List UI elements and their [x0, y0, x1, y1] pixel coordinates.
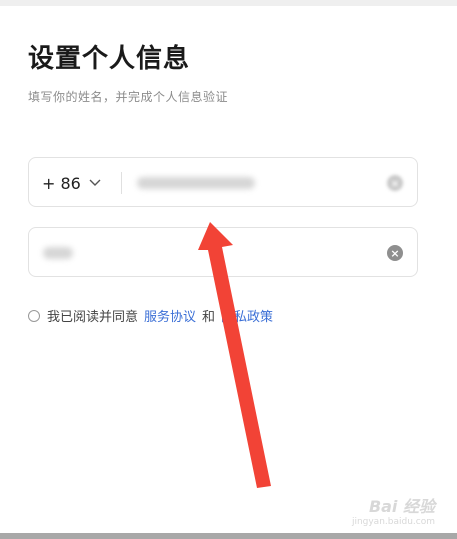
watermark-url: jingyan.baidu.com	[351, 517, 435, 527]
watermark-logo: Bai 经验	[368, 497, 435, 516]
bottom-bar	[0, 533, 457, 539]
watermark: Bai 经验 jingyan.baidu.com	[352, 493, 435, 527]
arrow-annotation	[198, 222, 271, 488]
